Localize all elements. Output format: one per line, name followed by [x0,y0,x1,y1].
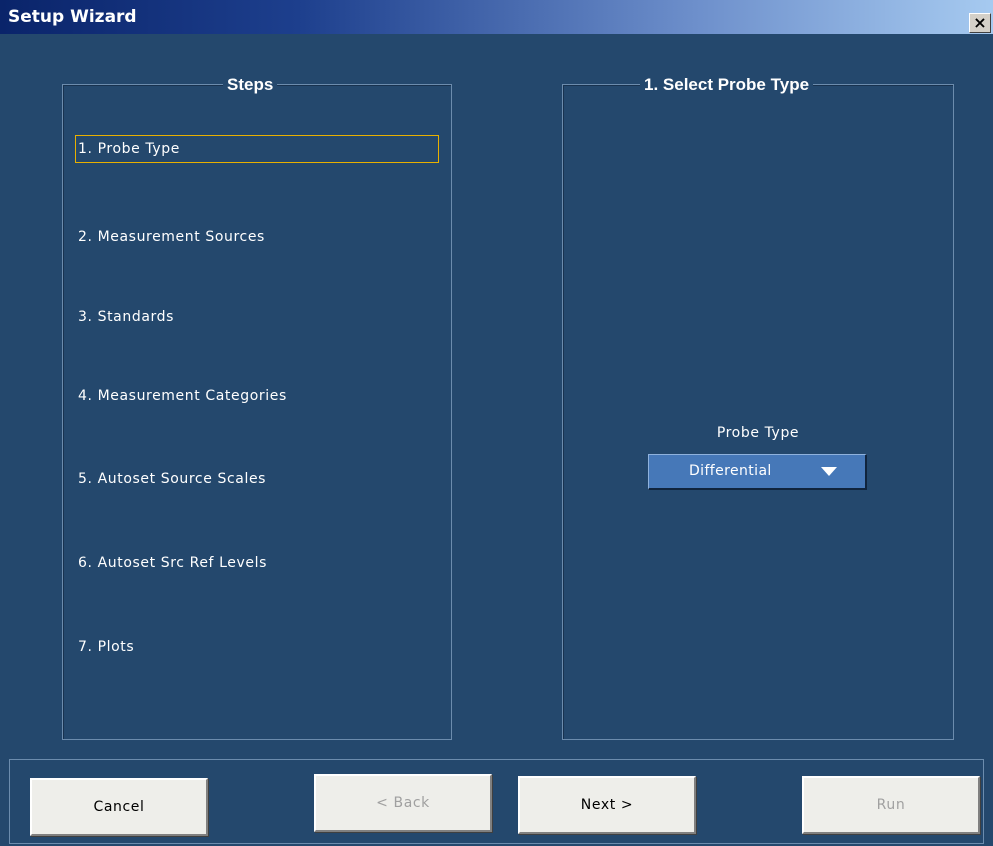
steps-panel: Steps 1. Probe Type 2. Measurement Sourc… [62,75,452,740]
window-title: Setup Wizard [8,7,137,27]
step-item-standards[interactable]: 3. Standards [75,303,439,331]
steps-panel-title: Steps [223,75,278,95]
close-icon[interactable]: × [969,13,991,33]
step-item-measurement-sources[interactable]: 2. Measurement Sources [75,223,439,251]
step-item-probe-type[interactable]: 1. Probe Type [75,135,439,163]
back-button[interactable]: < Back [314,774,492,832]
probe-type-dropdown[interactable]: Differential [648,454,867,490]
title-bar[interactable]: Setup Wizard × [0,0,993,34]
next-button[interactable]: Next > [518,776,696,834]
chevron-down-icon [821,467,837,476]
setup-wizard-window: Setup Wizard × Steps 1. Probe Type 2. Me… [0,0,993,846]
step-item-autoset-source-scales[interactable]: 5. Autoset Source Scales [75,465,439,493]
step-item-plots[interactable]: 7. Plots [75,633,439,661]
probe-type-panel-title: 1. Select Probe Type [640,75,814,95]
cancel-button[interactable]: Cancel [30,778,208,836]
probe-type-panel: 1. Select Probe Type Probe Type Differen… [562,75,954,740]
step-item-autoset-src-ref-levels[interactable]: 6. Autoset Src Ref Levels [75,549,439,577]
step-item-measurement-categories[interactable]: 4. Measurement Categories [75,382,439,410]
probe-type-label: Probe Type [716,425,800,441]
run-button[interactable]: Run [802,776,980,834]
probe-type-selected-value: Differential [689,463,772,479]
wizard-body: Steps 1. Probe Type 2. Measurement Sourc… [0,34,993,846]
